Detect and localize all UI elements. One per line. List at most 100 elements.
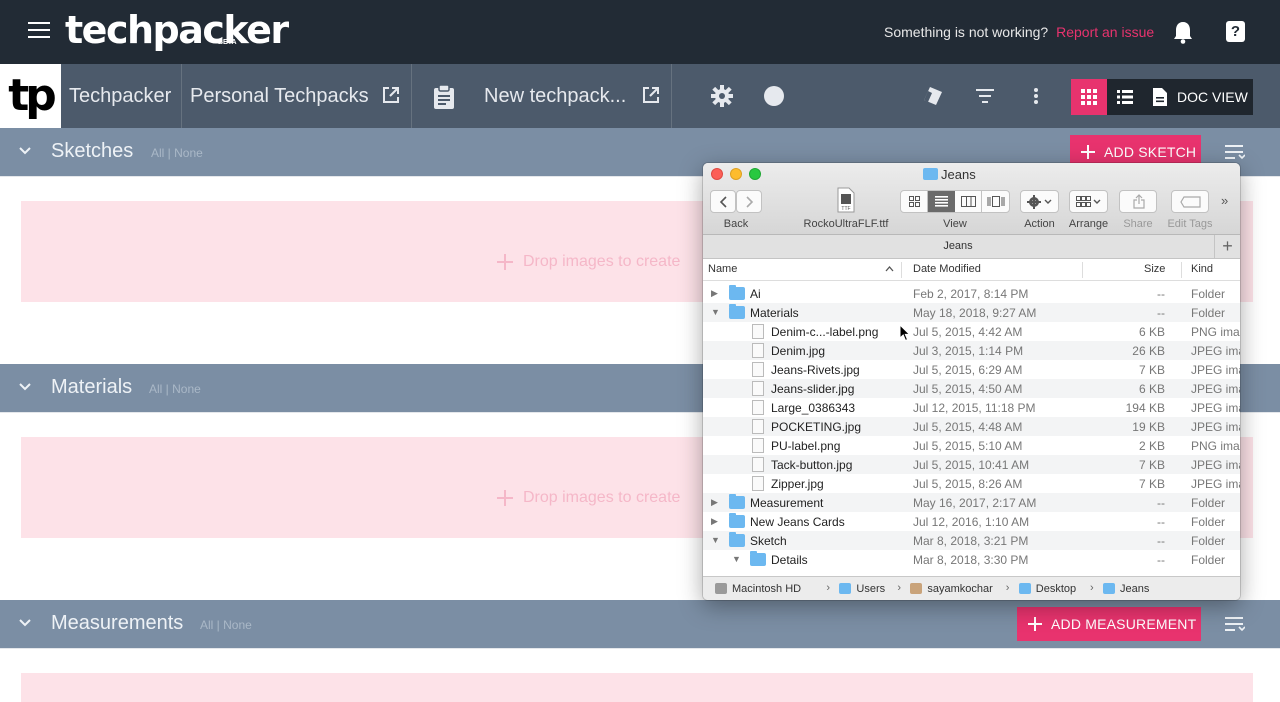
sort-icon[interactable] [1225, 617, 1245, 633]
folder-row[interactable]: ▼ Materials May 18, 2018, 9:27 AM -- Folder [703, 303, 1240, 322]
tp-logo[interactable]: tp [0, 64, 61, 128]
breadcrumb-item[interactable]: Desktop [1036, 583, 1076, 595]
back-button[interactable] [710, 190, 736, 213]
file-row[interactable]: Zipper.jpg Jul 5, 2015, 8:26 AM 7 KB JPEG i… [703, 474, 1240, 493]
external-link-icon[interactable] [641, 85, 661, 105]
add-measurement-button[interactable]: ADD MEASUREMENT [1017, 607, 1201, 641]
measurement-drop-zone[interactable] [21, 673, 1253, 702]
disclosure-collapsed-icon[interactable]: ▶ [711, 288, 721, 298]
file-row[interactable]: Jeans-Rivets.jpg Jul 5, 2015, 6:29 AM 7 KB… [703, 360, 1240, 379]
disclosure-collapsed-icon[interactable]: ▶ [711, 516, 721, 526]
file-date: May 16, 2017, 2:17 AM [913, 496, 1037, 510]
disclosure-expanded-icon[interactable]: ▼ [711, 307, 721, 317]
list-view-button[interactable] [928, 191, 955, 212]
status-circle-icon[interactable] [764, 86, 784, 106]
file-row[interactable]: Denim-c...-label.png Jul 5, 2015, 4:42 AM… [703, 322, 1240, 341]
select-none-link[interactable]: None [174, 146, 203, 160]
column-divider[interactable] [1181, 262, 1182, 278]
file-date: Jul 5, 2015, 10:41 AM [913, 458, 1030, 472]
folder-row[interactable]: ▶ New Jeans Cards Jul 12, 2016, 1:10 AM -- F… [703, 512, 1240, 531]
toolbar-overflow-icon[interactable]: » [1221, 193, 1228, 208]
nav-techpacker[interactable]: Techpacker [69, 64, 171, 128]
breadcrumb-item[interactable]: Users [856, 583, 885, 595]
column-size[interactable]: Size [1144, 263, 1165, 275]
mouse-cursor [899, 324, 911, 342]
action-button[interactable] [1020, 190, 1059, 213]
menu-icon[interactable] [28, 22, 50, 42]
help-icon[interactable]: ? [1226, 21, 1245, 42]
share-button[interactable] [1119, 190, 1157, 213]
edit-tags-button[interactable] [1171, 190, 1209, 213]
doc-view-button[interactable]: DOC VIEW [1143, 79, 1253, 115]
font-file-icon[interactable]: TTF [837, 187, 855, 218]
column-date[interactable]: Date Modified [913, 263, 981, 275]
icon-view-button[interactable] [901, 191, 928, 212]
gear-icon[interactable] [711, 85, 733, 112]
back-label: Back [723, 218, 749, 230]
nav-techpack-name[interactable]: New techpack... [484, 64, 626, 128]
select-all-link[interactable]: All | None [151, 146, 203, 160]
bell-icon[interactable] [1172, 20, 1194, 44]
filter-icon[interactable] [976, 89, 994, 108]
column-view-button[interactable] [955, 191, 982, 212]
list-view-button[interactable] [1107, 79, 1143, 115]
cover-flow-button[interactable] [982, 191, 1009, 212]
column-name[interactable]: Name [708, 263, 737, 275]
finder-window[interactable]: Jeans Back TTF RockoUltraFLF.ttf View Ac… [703, 163, 1240, 600]
breadcrumb-item[interactable]: Jeans [1120, 583, 1149, 595]
report-issue-link[interactable]: Report an issue [1056, 24, 1154, 40]
grid-view-button[interactable] [1071, 79, 1107, 115]
sort-ascending-icon[interactable] [885, 266, 894, 272]
app-logo[interactable]: techpacker [65, 8, 289, 52]
select-all-link[interactable]: All | None [200, 618, 252, 632]
section-title: Sketches [51, 140, 134, 162]
folder-row[interactable]: ▶ Ai Feb 2, 2017, 8:14 PM -- Folder [703, 284, 1240, 303]
arrange-button[interactable] [1069, 190, 1108, 213]
file-row[interactable]: Denim.jpg Jul 3, 2015, 1:14 PM 26 KB JPEG i… [703, 341, 1240, 360]
chevron-down-icon[interactable] [18, 380, 32, 394]
column-divider[interactable] [901, 262, 902, 278]
clipboard-icon[interactable] [432, 84, 456, 115]
select-none-link[interactable]: None [223, 618, 252, 632]
file-row[interactable]: POCKETING.jpg Jul 5, 2015, 4:48 AM 19 KB JP… [703, 417, 1240, 436]
breadcrumb-item[interactable]: sayamkochar [927, 583, 992, 595]
more-icon[interactable] [1034, 88, 1038, 109]
disclosure-collapsed-icon[interactable]: ▶ [711, 497, 721, 507]
zoom-window-button[interactable] [749, 168, 761, 180]
tab-jeans[interactable]: Jeans [703, 240, 1213, 252]
column-kind[interactable]: Kind [1191, 263, 1213, 275]
file-size: -- [1157, 306, 1165, 320]
forward-button[interactable] [736, 190, 762, 213]
file-name: Details [771, 553, 808, 567]
view-segmented-control[interactable] [900, 190, 1010, 213]
eraser-icon[interactable] [921, 86, 943, 111]
external-link-icon[interactable] [381, 85, 401, 105]
file-row[interactable]: Large_0386343 Jul 12, 2015, 11:18 PM 194 K… [703, 398, 1240, 417]
nav-personal-techpacks[interactable]: Personal Techpacks [190, 64, 369, 128]
file-row[interactable]: Tack-button.jpg Jul 5, 2015, 10:41 AM 7 KB… [703, 455, 1240, 474]
folder-row[interactable]: ▶ Measurement May 16, 2017, 2:17 AM -- Folde… [703, 493, 1240, 512]
folder-row[interactable]: ▼ Sketch Mar 8, 2018, 3:21 PM -- Folder [703, 531, 1240, 550]
new-tab-button[interactable]: + [1214, 235, 1240, 258]
doc-view-label: DOC VIEW [1177, 89, 1248, 105]
image-file-icon [752, 343, 764, 358]
file-row[interactable]: Jeans-slider.jpg Jul 5, 2015, 4:50 AM 6 KB… [703, 379, 1240, 398]
help-text: Something is not working? Report an issu… [884, 24, 1154, 40]
disclosure-expanded-icon[interactable]: ▼ [732, 554, 742, 564]
sort-icon[interactable] [1225, 145, 1245, 161]
select-none-link[interactable]: None [172, 382, 201, 396]
edit-tags-label: Edit Tags [1167, 218, 1213, 230]
breadcrumb-item[interactable]: Macintosh HD [732, 583, 801, 595]
minimize-window-button[interactable] [730, 168, 742, 180]
select-all-link[interactable]: All | None [149, 382, 201, 396]
file-size: 6 KB [1138, 325, 1165, 339]
folder-row[interactable]: ▼ Details Mar 8, 2018, 3:30 PM -- Folder [703, 550, 1240, 569]
image-file-icon [752, 476, 764, 491]
chevron-down-icon[interactable] [18, 616, 32, 630]
disclosure-expanded-icon[interactable]: ▼ [711, 535, 721, 545]
nav-divider [671, 64, 672, 128]
column-divider[interactable] [1082, 262, 1083, 278]
close-window-button[interactable] [711, 168, 723, 180]
chevron-down-icon[interactable] [18, 144, 32, 158]
file-row[interactable]: PU-label.png Jul 5, 2015, 5:10 AM 2 KB PNG … [703, 436, 1240, 455]
